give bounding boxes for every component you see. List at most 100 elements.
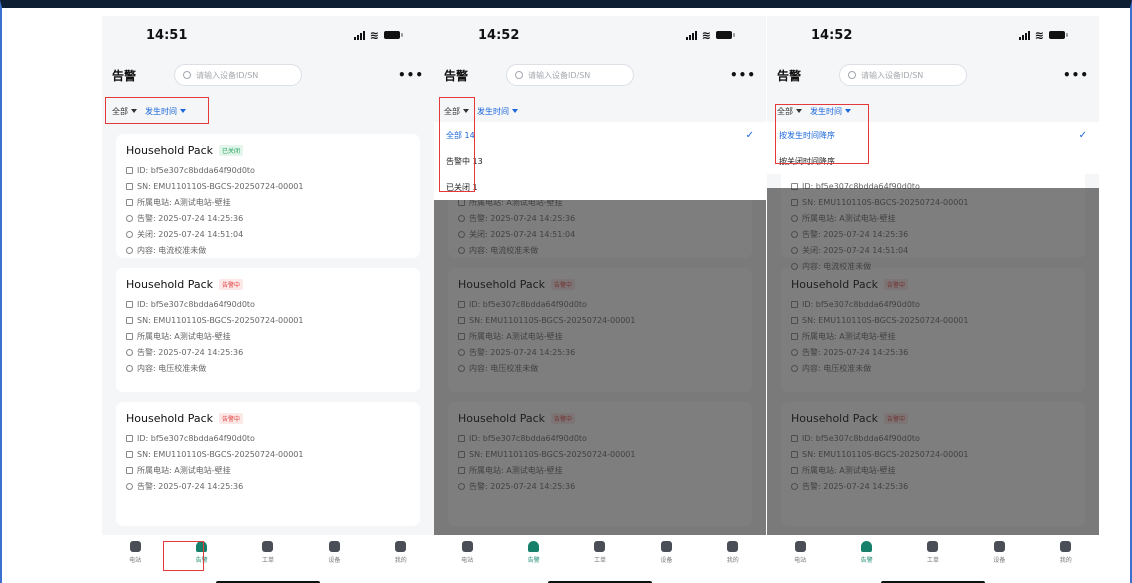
alarm-card[interactable]: Household Pack 已关闭 ID: bf5e307c8bdda64f90d… [116, 134, 420, 258]
field-value: 告警: 2025-07-24 14:25:36 [137, 213, 244, 223]
tab-label: 设备 [993, 557, 1006, 564]
field-value: SN: EMU110110S-BGCS-20250724-00001 [137, 315, 304, 325]
field-icon [126, 450, 133, 458]
field-value: 所属电站: A测试电站-壁挂 [137, 331, 231, 341]
phone-screen-3: 14:52≋告警请输入设备ID/SN•••全部发生时间Household Pac… [767, 16, 1099, 583]
tab-4[interactable]: 我的 [1046, 541, 1086, 583]
field-icon [126, 214, 133, 222]
field-value: 告警: 2025-07-24 14:25:36 [137, 347, 244, 357]
field-value: 告警: 2025-07-24 14:25:36 [137, 481, 244, 491]
dropdown-option[interactable]: 告警中 13 [434, 148, 766, 174]
tab-bar: 电站 告警 工单 设备 我的 [434, 535, 766, 583]
card-field: 所属电站: A测试电站-壁挂 [126, 194, 410, 210]
card-field: 告警: 2025-07-24 14:25:36 [126, 210, 410, 226]
tab-label: 我的 [394, 557, 407, 564]
field-icon [126, 364, 133, 372]
wifi-icon: ≋ [369, 28, 379, 42]
search-placeholder: 请输入设备ID/SN [196, 70, 259, 80]
alarm-card[interactable]: Household Pack 告警中 ID: bf5e307c8bdda64f90d… [116, 268, 420, 392]
tab-4[interactable]: 我的 [713, 541, 753, 583]
field-value: ID: bf5e307c8bdda64f90d0to [137, 165, 255, 175]
phone-screen-2: 14:52≋告警请输入设备ID/SN•••全部发生时间Household Pac… [434, 16, 766, 583]
wifi-icon: ≋ [1034, 28, 1044, 42]
card-title: Household Pack 告警中 [126, 278, 410, 291]
tab-bar: 电站 告警 工单 设备 我的 [102, 535, 434, 583]
page-title: 告警 [112, 68, 137, 83]
field-icon [126, 300, 133, 308]
dim-overlay[interactable] [434, 188, 766, 550]
card-field: ID: bf5e307c8bdda64f90d0to [126, 430, 410, 446]
status-icons: ≋ [353, 28, 403, 42]
tab-icon [461, 541, 473, 552]
more-icon[interactable]: ••• [1063, 68, 1089, 82]
page-header: 告警 请输入设备ID/SN ••• [767, 60, 1099, 90]
alarm-card[interactable]: Household Pack 告警中 ID: bf5e307c8bdda64f90d… [116, 402, 420, 526]
tab-3[interactable]: 设备 [979, 541, 1019, 583]
field-icon [126, 434, 133, 442]
field-icon [126, 316, 133, 324]
status-badge: 告警中 [219, 413, 244, 424]
device-name: Household Pack [126, 278, 214, 291]
tab-2[interactable]: 工单 [913, 541, 953, 583]
page-header: 告警 请输入设备ID/SN ••• [434, 60, 766, 90]
tab-2[interactable]: 工单 [248, 541, 288, 583]
card-field: 所属电站: A测试电站-壁挂 [126, 462, 410, 478]
search-input[interactable]: 请输入设备ID/SN [839, 64, 967, 86]
field-value: 内容: 电流校准未做 [137, 245, 207, 255]
card-field: 关闭: 2025-07-24 14:51:04 [126, 226, 410, 242]
tab-label: 工单 [926, 557, 939, 564]
status-time: 14:52 [478, 27, 520, 43]
tab-label: 电站 [794, 557, 807, 564]
card-field: SN: EMU110110S-BGCS-20250724-00001 [126, 312, 410, 328]
tab-3[interactable]: 设备 [646, 541, 686, 583]
more-icon[interactable]: ••• [398, 68, 424, 82]
field-icon [126, 230, 133, 238]
tab-icon [993, 541, 1005, 552]
screenshot-frame: 14:51 ≋ 告警 请输入设备ID/SN ••• 全部 发生时间 Household Pac… [0, 0, 1132, 583]
tab-1[interactable]: 告警 [514, 541, 554, 583]
tab-0[interactable]: 电站 [115, 541, 155, 583]
dim-overlay[interactable] [767, 188, 1099, 550]
status-bar: 14:52 ≋ [767, 16, 1099, 54]
filter-sort-dropdown[interactable]: 发生时间 [477, 106, 518, 117]
highlight-box [105, 97, 209, 124]
tab-2[interactable]: 工单 [580, 541, 620, 583]
tab-label: 设备 [328, 557, 341, 564]
search-input[interactable]: 请输入设备ID/SN [506, 64, 634, 86]
tab-label: 我的 [726, 557, 739, 564]
field-icon [126, 166, 133, 174]
tab-0[interactable]: 电站 [780, 541, 820, 583]
tab-icon [528, 541, 540, 552]
tab-icon [594, 541, 606, 552]
tab-1[interactable]: 告警 [847, 541, 887, 583]
tab-icon [794, 541, 806, 552]
status-time: 14:52 [811, 27, 853, 43]
more-icon[interactable]: ••• [730, 68, 756, 82]
tab-3[interactable]: 设备 [314, 541, 354, 583]
alarm-list: Household Pack 已关闭 ID: bf5e307c8bdda64f90d… [116, 134, 420, 536]
tab-icon [660, 541, 672, 552]
dropdown-option[interactable]: 全部 14 ✓ [434, 122, 766, 148]
card-field: 内容: 电流校准未做 [126, 242, 410, 258]
card-field: ID: bf5e307c8bdda64f90d0to [126, 162, 410, 178]
highlight-box [775, 104, 869, 164]
field-icon [126, 466, 133, 474]
field-value: SN: EMU110110S-BGCS-20250724-00001 [137, 181, 304, 191]
field-value: 关闭: 2025-07-24 14:51:04 [137, 229, 244, 239]
search-input[interactable]: 请输入设备ID/SN [174, 64, 302, 86]
field-value: ID: bf5e307c8bdda64f90d0to [137, 299, 255, 309]
card-field: SN: EMU110110S-BGCS-20250724-00001 [126, 178, 410, 194]
tab-icon [727, 541, 739, 552]
field-value: 内容: 电压校准未做 [137, 363, 207, 373]
tab-4[interactable]: 我的 [381, 541, 421, 583]
field-icon [126, 332, 133, 340]
dropdown-option[interactable]: 已关闭 1 [434, 174, 766, 200]
signal-icon [685, 30, 697, 40]
battery-icon [1049, 31, 1068, 39]
status-time: 14:51 [146, 27, 188, 43]
card-field: ID: bf5e307c8bdda64f90d0to [126, 296, 410, 312]
tab-0[interactable]: 电站 [447, 541, 487, 583]
search-icon [515, 71, 523, 79]
field-icon [126, 198, 133, 206]
tab-icon [1060, 541, 1072, 552]
